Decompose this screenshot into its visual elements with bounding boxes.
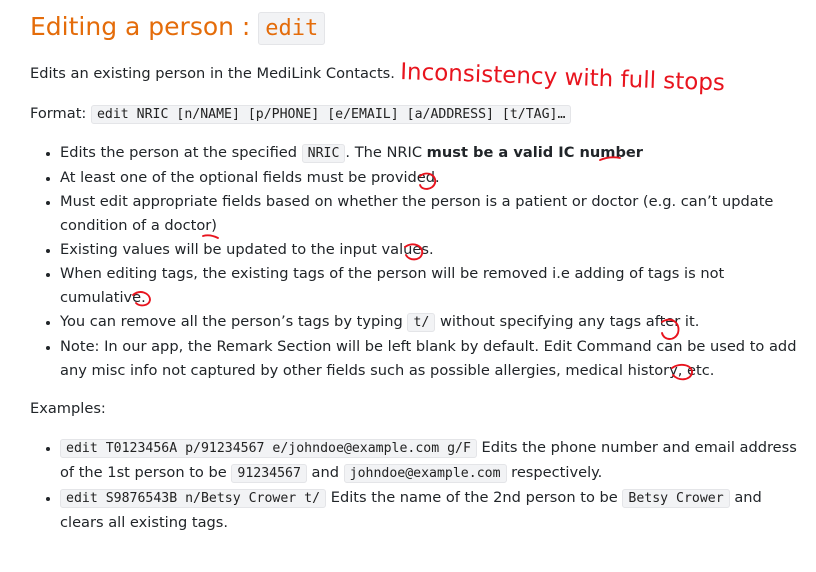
e2-code: edit S9876543B n/Betsy Crower t/ (60, 489, 327, 508)
e1-code-phone: 91234567 (231, 464, 307, 483)
list-item: At least one of the optional fields must… (60, 166, 805, 190)
list-item: Existing values will be updated to the i… (60, 238, 805, 262)
format-syntax: edit NRIC [n/NAME] [p/PHONE] [e/EMAIL] [… (90, 105, 572, 124)
b1-bold: must be a valid IC number (426, 144, 644, 161)
e2-text: Edits the name of the 2nd person to be (326, 489, 623, 506)
list-item: Must edit appropriate fields based on wh… (60, 190, 805, 238)
e2-code-name: Betsy Crower (622, 489, 730, 508)
b1-text: Edits the person at the specified (60, 144, 302, 161)
title-command: edit (258, 12, 326, 45)
e1-and: and (306, 464, 344, 481)
list-item: When editing tags, the existing tags of … (60, 262, 805, 310)
e1-end: respectively. (506, 464, 603, 481)
examples-label: Examples: (30, 400, 106, 417)
e1-code-email: johndoe@example.com (343, 464, 507, 483)
b6-post: without specifying any tags after it. (435, 313, 700, 330)
example-item: edit S9876543B n/Betsy Crower t/ Edits t… (60, 486, 805, 535)
list-item: Note: In our app, the Remark Section wil… (60, 335, 805, 383)
examples-list: edit T0123456A p/91234567 e/johndoe@exam… (30, 436, 805, 535)
b6-text: You can remove all the person’s tags by … (60, 313, 408, 330)
list-item: You can remove all the person’s tags by … (60, 310, 805, 335)
page-title: Editing a person : edit (30, 12, 326, 45)
b6-code: t/ (407, 313, 436, 332)
annotation-note: Inconsistency with full stops (400, 59, 726, 96)
format-label: Format: (30, 105, 91, 122)
b1-mid: . The NRIC (345, 144, 427, 161)
example-item: edit T0123456A p/91234567 e/johndoe@exam… (60, 436, 805, 486)
b1-code: NRIC (301, 144, 346, 163)
rules-list: Edits the person at the specified NRIC. … (30, 141, 805, 383)
description: Edits an existing person in the MediLink… (30, 65, 395, 82)
title-text: Editing a person : (30, 12, 259, 41)
list-item: Edits the person at the specified NRIC. … (60, 141, 805, 166)
format-line: Format: edit NRIC [n/NAME] [p/PHONE] [e/… (30, 102, 572, 127)
e1-code: edit T0123456A p/91234567 e/johndoe@exam… (60, 439, 477, 458)
